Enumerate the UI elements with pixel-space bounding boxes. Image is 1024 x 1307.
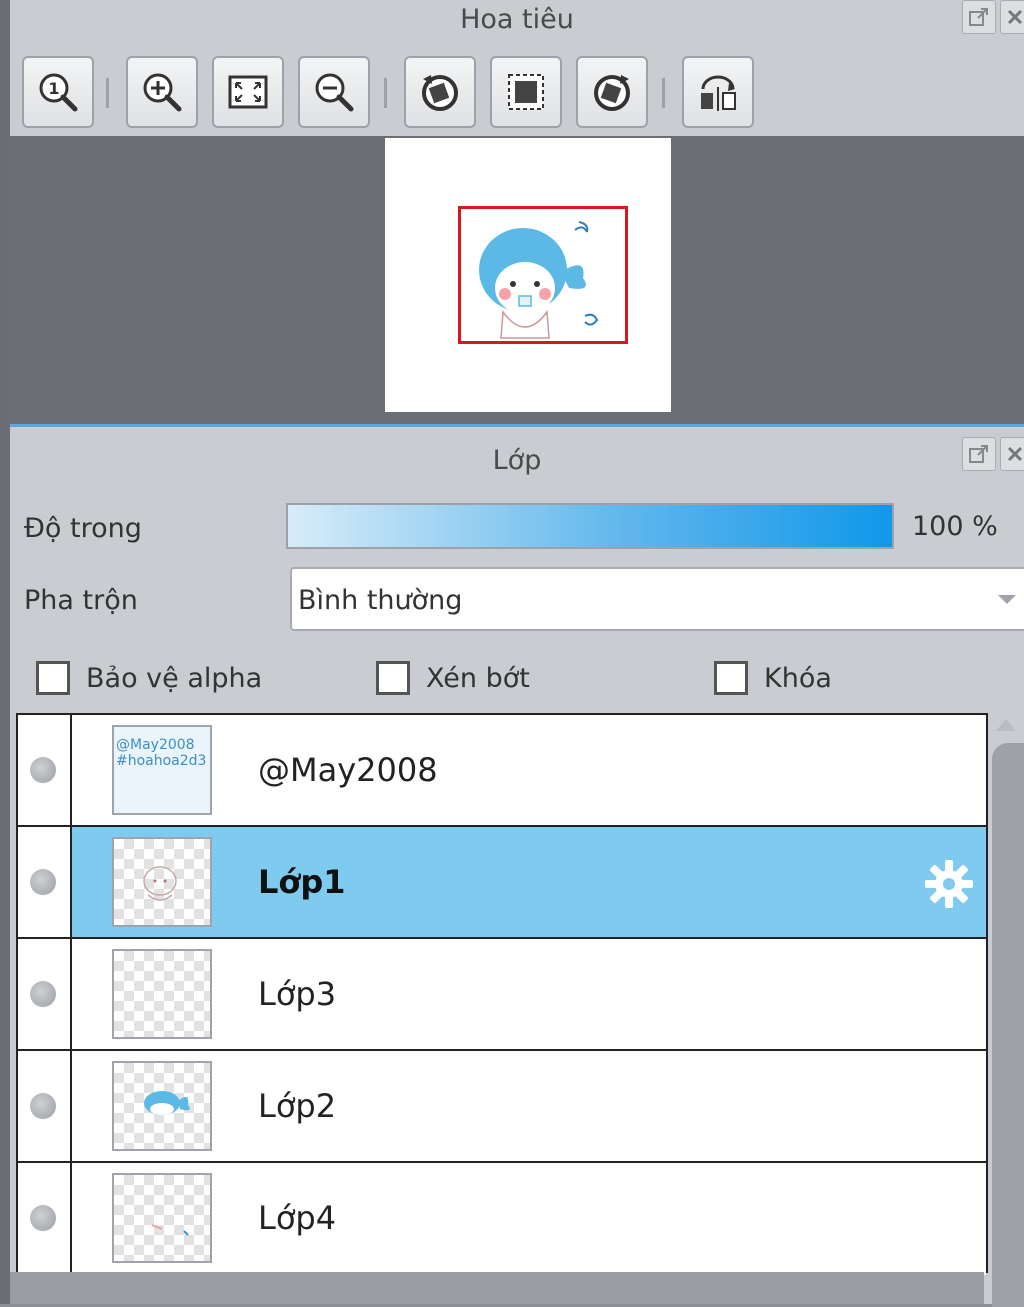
layer-thumbnail [112,1061,212,1151]
layer-name: @May2008 [258,751,438,789]
scroll-up-arrow-icon[interactable] [996,719,1016,731]
flip-horizontal-icon [701,75,736,111]
opacity-value: 100 % [912,511,998,542]
fit-window-icon [228,75,268,109]
clipping-checkbox[interactable]: Xén bớt [376,661,530,695]
zoom-out-icon [315,73,354,112]
visibility-toggle-icon[interactable] [30,981,56,1007]
layer-list: @May2008 #hoahoa2d3 @May2008 Lớp1 Lớp3 L… [16,713,988,1275]
layers-panel: Lớp Độ trong 100 % Pha trộn Bình thường … [10,424,1024,1307]
checkbox-box[interactable] [36,661,70,695]
visibility-column [18,827,72,937]
layer-row-lop1[interactable]: Lớp1 [18,827,986,939]
layer-row-lop3[interactable]: Lớp3 [18,939,986,1051]
toolbar-separator [662,78,665,108]
close-panel-icon[interactable] [1000,0,1024,34]
chevron-down-icon [998,595,1016,604]
thumbnail-marks [151,1224,189,1236]
visibility-toggle-icon[interactable] [30,1205,56,1231]
checkbox-box[interactable] [376,661,410,695]
rotate-right-button[interactable] [576,56,648,128]
layer-name: Lớp4 [258,1199,337,1237]
thumbnail-text: @May2008 #hoahoa2d3 [116,737,207,769]
visibility-column [18,1163,72,1273]
left-edge-strip [0,0,10,1304]
visibility-column [18,1051,72,1161]
layer-list-scrollbar[interactable] [992,743,1024,1307]
opacity-slider[interactable] [286,503,894,549]
visibility-column [18,715,72,825]
layer-thumbnail [112,949,212,1039]
rotate-left-button[interactable] [404,56,476,128]
zoom-in-button[interactable] [126,56,198,128]
blend-mode-select[interactable]: Bình thường [290,567,1024,631]
checkbox-label: Khóa [764,662,832,694]
flip-horizontal-button[interactable] [682,56,754,128]
navigator-preview-area[interactable] [10,136,1024,424]
checkbox-label: Bảo vệ alpha [86,662,263,694]
layer-row-lop4[interactable]: Lớp4 [18,1163,986,1275]
thumbnail-whale [144,1091,190,1115]
blend-mode-value: Bình thường [298,585,463,616]
visibility-toggle-icon[interactable] [30,757,56,783]
zoom-actual-size-button[interactable]: 1 [22,56,94,128]
navigator-title: Hoa tiêu [460,4,574,35]
thumbnail-sketch [143,866,177,901]
rotate-right-icon [594,75,630,111]
zoom-out-button[interactable] [298,56,370,128]
layers-panel-footer [10,1272,984,1304]
zoom-in-icon [143,73,182,112]
reset-rotation-button[interactable] [490,56,562,128]
layer-name: Lớp3 [258,975,337,1013]
checkbox-box[interactable] [714,661,748,695]
close-panel-icon[interactable] [1000,437,1024,471]
checkbox-label: Xén bớt [426,662,530,694]
protect-alpha-checkbox[interactable]: Bảo vệ alpha [36,661,262,695]
viewport-indicator-frame[interactable] [458,206,628,344]
zoom-actual-size-icon: 1 [39,73,78,112]
canvas-preview [385,138,671,412]
fit-window-button[interactable] [212,56,284,128]
layer-thumbnail: @May2008 #hoahoa2d3 [112,725,212,815]
visibility-toggle-icon[interactable] [30,1093,56,1119]
opacity-label: Độ trong [24,513,142,544]
layer-thumbnail [112,1173,212,1263]
layer-row-may2008[interactable]: @May2008 #hoahoa2d3 @May2008 [18,715,986,827]
layer-row-lop2[interactable]: Lớp2 [18,1051,986,1163]
detach-panel-icon[interactable] [962,0,996,34]
toolbar-separator [384,78,387,108]
layer-name: Lớp1 [258,863,346,901]
lock-checkbox[interactable]: Khóa [714,661,832,695]
svg-text:1: 1 [48,79,59,98]
layers-title: Lớp [492,445,542,476]
layer-thumbnail [112,837,212,927]
blend-mode-label: Pha trộn [24,585,138,616]
toolbar-separator [106,78,109,108]
rotate-left-icon [422,75,458,111]
navigator-toolbar: 1 [10,50,1024,136]
gear-icon[interactable] [922,857,976,911]
navigator-panel: Hoa tiêu 1 [10,0,1024,424]
reset-rotation-icon [508,74,544,110]
layer-name: Lớp2 [258,1087,337,1125]
detach-panel-icon[interactable] [962,437,996,471]
visibility-toggle-icon[interactable] [30,869,56,895]
visibility-column [18,939,72,1049]
